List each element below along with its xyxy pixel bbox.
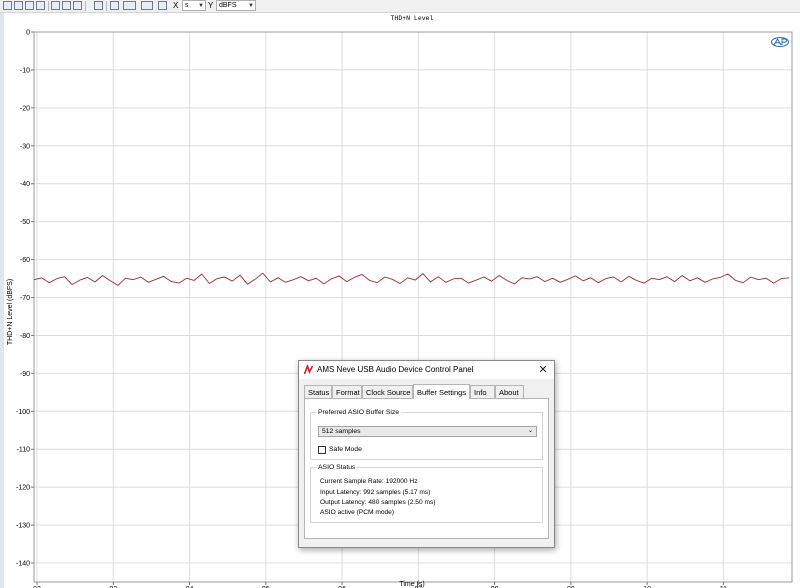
cursor-icon[interactable] <box>94 1 103 10</box>
y-tick-label: -40 <box>20 181 30 188</box>
safe-mode-label: Safe Mode <box>329 446 362 453</box>
toolbar-separator <box>106 1 107 11</box>
legend-icon[interactable] <box>123 1 136 10</box>
asio-buffer-group-label: Preferred ASIO Buffer Size <box>316 408 402 417</box>
x-axis-title: Time (s) <box>399 581 424 588</box>
thdn-series-line <box>33 272 789 286</box>
asio-buffer-size-value: 512 samples <box>322 428 361 435</box>
save-icon[interactable] <box>3 1 12 10</box>
y-tick-label: -120 <box>16 485 30 492</box>
y-tick-label: -20 <box>20 105 30 112</box>
y-tick-label: -50 <box>20 219 30 226</box>
toolbar-separator <box>48 1 49 11</box>
print-icon[interactable] <box>25 1 34 10</box>
control-panel-dialog: AMS Neve USB Audio Device Control Panel … <box>298 360 555 548</box>
asio-status-group-label: ASIO Status <box>316 463 358 472</box>
ap-logo-icon <box>770 36 790 48</box>
zoom-in-icon[interactable] <box>51 1 60 10</box>
y-tick-label: -130 <box>16 523 30 530</box>
y-tick-label: -70 <box>20 295 30 302</box>
autoscale-icon[interactable] <box>141 1 153 10</box>
x-unit-value: s <box>185 2 189 9</box>
chevron-down-icon: ▼ <box>248 3 254 9</box>
y-tick-label: -90 <box>20 371 30 378</box>
zoom-fit-icon[interactable] <box>62 1 71 10</box>
asio-buffer-group: Preferred ASIO Buffer Size 512 samples ⌄… <box>310 408 543 460</box>
status-input-latency: Input Latency: 992 samples (5.17 ms) <box>320 489 431 496</box>
chevron-down-icon: ▼ <box>198 3 204 9</box>
tab-status[interactable]: Status <box>304 385 332 398</box>
chevron-down-icon: ⌄ <box>527 428 533 434</box>
status-output-latency: Output Latency: 480 samples (2.50 ms) <box>320 499 436 506</box>
y-axis-label: Y <box>208 1 214 10</box>
buffer-settings-panel: Preferred ASIO Buffer Size 512 samples ⌄… <box>304 398 549 539</box>
x-unit-select[interactable]: s ▼ <box>182 0 206 11</box>
y-axis-title: THD+N Level (dBFS) <box>7 279 14 345</box>
asio-buffer-size-select[interactable]: 512 samples ⌄ <box>318 426 537 437</box>
open-icon[interactable] <box>14 1 23 10</box>
asio-status-group: ASIO Status Current Sample Rate: 192000 … <box>310 463 543 523</box>
y-tick-label: -80 <box>20 333 30 340</box>
y-tick-label: 0 <box>26 30 30 37</box>
y-tick-label: -110 <box>17 447 31 454</box>
status-asio-mode: ASIO active (PCM mode) <box>320 509 395 516</box>
y-tick-label: -60 <box>20 257 30 264</box>
y-tick-label: -30 <box>20 143 30 150</box>
dialog-titlebar[interactable]: AMS Neve USB Audio Device Control Panel … <box>299 361 554 379</box>
safe-mode-checkbox[interactable] <box>318 446 326 454</box>
dialog-title: AMS Neve USB Audio Device Control Panel <box>317 365 474 374</box>
y-tick-label: -140 <box>16 561 30 568</box>
tab-info[interactable]: Info <box>470 385 495 398</box>
tab-clock-source[interactable]: Clock Source <box>362 385 413 398</box>
copy-icon[interactable] <box>36 1 45 10</box>
y-unit-select[interactable]: dBFS ▼ <box>216 0 256 11</box>
close-icon[interactable]: ✕ <box>536 363 550 377</box>
toolbar-separator <box>85 1 86 11</box>
settings-icon[interactable] <box>158 1 167 10</box>
chart-title: THD+N Level <box>391 15 434 22</box>
y-tick-label: -100 <box>16 409 30 416</box>
table-icon[interactable] <box>110 1 119 10</box>
series-layer <box>33 272 789 286</box>
tab-buffer-settings[interactable]: Buffer Settings <box>413 384 470 399</box>
status-sample-rate: Current Sample Rate: 192000 Hz <box>320 478 418 485</box>
tab-format[interactable]: Format <box>332 385 362 398</box>
tab-about[interactable]: About <box>495 385 524 398</box>
y-unit-value: dBFS <box>219 2 237 9</box>
crosshair-icon[interactable] <box>73 1 82 10</box>
y-tick-label: -10 <box>20 67 30 74</box>
ams-neve-logo-icon <box>304 365 314 375</box>
x-axis-label: X <box>173 1 179 10</box>
